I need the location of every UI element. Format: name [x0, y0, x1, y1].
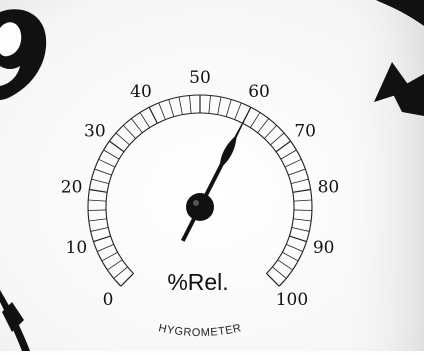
- needle-hub: [186, 193, 214, 221]
- needle-hub-highlight: [193, 200, 199, 206]
- scale-label-100: 100: [276, 290, 308, 310]
- scale-label-20: 20: [61, 178, 83, 198]
- scale-label-30: 30: [84, 122, 106, 142]
- scale-label-90: 90: [313, 238, 335, 258]
- scale-label-0: 0: [103, 290, 114, 310]
- scale-label-40: 40: [130, 82, 152, 102]
- scale-label-70: 70: [294, 122, 316, 142]
- scale-label-60: 60: [248, 82, 270, 102]
- scale-label-10: 10: [66, 238, 88, 258]
- scale-tick: [88, 209, 107, 211]
- unit-label: %Rel.: [167, 269, 228, 295]
- hygrometer-photo: 0 10 20 30 40 50 60 70 80 90 100 %Rel. HYGROMETER: [0, 0, 424, 351]
- hygrometer-dial: 0102030405060708090100 %Rel. HYGROMETER: [0, 0, 424, 351]
- scale-label-50: 50: [189, 68, 211, 88]
- scale-tick: [293, 209, 312, 211]
- scale-label-80: 80: [318, 178, 340, 198]
